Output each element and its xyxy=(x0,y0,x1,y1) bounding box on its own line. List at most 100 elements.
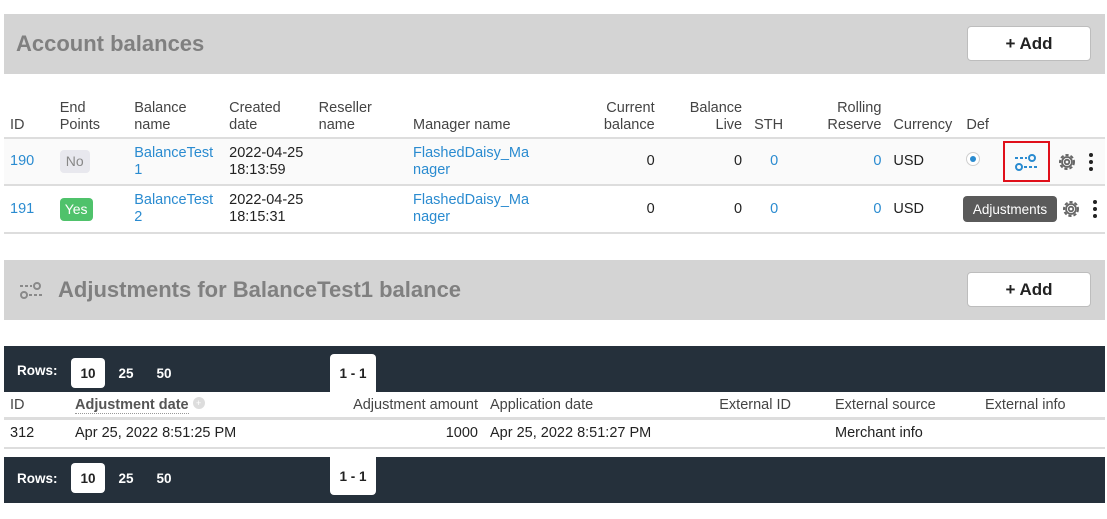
end-points-badge: Yes xyxy=(59,197,93,221)
adj-external-source: Merchant info xyxy=(829,418,979,449)
default-radio[interactable] xyxy=(966,152,981,166)
created-date-day: 2022-04-25 xyxy=(229,144,304,161)
col-live-l1: Balance xyxy=(689,100,743,116)
page-size-10[interactable]: 10 xyxy=(71,463,105,493)
kebab-icon[interactable] xyxy=(1092,199,1098,219)
adjustments-header: Adjustments for BalanceTest1 balance + A… xyxy=(4,260,1105,320)
adj-id: 312 xyxy=(4,418,69,449)
col-end-points-l2: Points xyxy=(59,117,101,133)
adjustments-header-row: ID Adjustment date + Adjustment amount Ap… xyxy=(4,394,1105,420)
rows-label: Rows: xyxy=(17,363,58,378)
col-reseller-name: Reseller name xyxy=(312,98,408,139)
col-adjustment-amount: Adjustment amount xyxy=(264,394,484,420)
current-balance: 0 xyxy=(566,138,661,186)
balances-header-row: ID End Points Balance name Created date Res… xyxy=(4,98,1105,139)
created-date-time: 18:13:59 xyxy=(229,161,286,178)
col-external-info: External info xyxy=(979,394,1105,420)
adj-external-id xyxy=(664,418,829,449)
account-balances-title: Account balances xyxy=(16,31,205,56)
col-adj-id: ID xyxy=(4,394,69,420)
manager-name-link[interactable]: FlashedDaisy_Ma nager xyxy=(413,145,529,178)
col-rolling-l1: Rolling xyxy=(837,100,882,116)
col-end-points: End Points xyxy=(53,98,129,139)
balance-live: 0 xyxy=(660,185,749,234)
rolling-reserve-link[interactable]: 0 xyxy=(873,201,881,217)
currency: USD xyxy=(887,138,961,186)
adjustments-tooltip: Adjustments xyxy=(963,196,1057,222)
col-end-points-l1: End xyxy=(59,100,86,116)
page-size-50[interactable]: 50 xyxy=(147,463,181,493)
end-points-badge: No xyxy=(59,150,90,173)
manager-name-link[interactable]: FlashedDaisy_Ma nager xyxy=(413,192,529,225)
adj-application-date: Apr 25, 2022 8:51:27 PM xyxy=(484,418,664,449)
sort-icon[interactable]: + xyxy=(192,397,205,410)
manager-l2: nager xyxy=(413,161,451,178)
adj-date: Apr 25, 2022 8:51:25 PM xyxy=(69,418,264,449)
reseller-name xyxy=(312,185,408,234)
col-balance-name-l2: name xyxy=(134,117,171,133)
col-rolling-l2: Reserve xyxy=(827,117,882,133)
balance-name-l2: 2 xyxy=(134,209,143,225)
rolling-reserve-link[interactable]: 0 xyxy=(873,153,881,169)
sth-link[interactable]: 0 xyxy=(770,153,778,169)
page-size-10[interactable]: 10 xyxy=(71,358,105,388)
sliders-icon xyxy=(1015,153,1038,171)
balance-name-l1: BalanceTest xyxy=(134,192,214,208)
created-date: 2022-04-25 18:13:59 xyxy=(223,138,313,186)
add-adjustment-button[interactable]: + Add xyxy=(967,272,1091,307)
page-range-tab[interactable]: 1 - 1 xyxy=(330,457,376,495)
created-date-day: 2022-04-25 xyxy=(229,192,304,208)
col-external-id: External ID xyxy=(664,394,829,420)
col-current-l2: balance xyxy=(603,117,655,133)
col-live-l2: Live xyxy=(715,117,743,133)
account-balances-table: ID End Points Balance name Created date Res… xyxy=(4,98,1105,234)
col-sth: STH xyxy=(748,98,798,139)
table-row: 191 Yes BalanceTest 2 2022-04-25 18:15:31 … xyxy=(4,185,1105,234)
balance-name-link[interactable]: BalanceTest 1 xyxy=(134,145,213,178)
reseller-name xyxy=(312,138,408,186)
col-actions xyxy=(994,98,1105,139)
pager-bar-bottom: Rows: 10 25 50 1 - 1 xyxy=(4,457,1105,503)
current-balance: 0 xyxy=(566,185,661,234)
gear-icon[interactable] xyxy=(1060,198,1082,220)
page-size-25[interactable]: 25 xyxy=(109,463,143,493)
col-current-balance: Current balance xyxy=(566,98,661,139)
page-size-25[interactable]: 25 xyxy=(109,358,143,388)
balance-name-l1: BalanceTest xyxy=(134,144,214,161)
balance-live: 0 xyxy=(660,138,749,186)
manager-l1: FlashedDaisy_Ma xyxy=(413,144,530,161)
rows-label: Rows: xyxy=(17,471,58,486)
col-created-date: Created date xyxy=(223,98,313,139)
account-balances-header: Account balances + Add xyxy=(4,14,1105,74)
created-date: 2022-04-25 18:15:31 xyxy=(223,185,313,234)
add-balance-button[interactable]: + Add xyxy=(967,26,1091,61)
gear-icon[interactable] xyxy=(1056,151,1078,173)
adjustments-title: Adjustments for BalanceTest1 balance xyxy=(58,277,462,302)
page-size-50[interactable]: 50 xyxy=(147,358,181,388)
adj-external-info xyxy=(979,418,1105,449)
col-adjustment-date[interactable]: Adjustment date + xyxy=(69,394,264,420)
balance-id-link[interactable]: 190 xyxy=(10,153,34,169)
manager-l2: nager xyxy=(413,209,451,225)
sth-link[interactable]: 0 xyxy=(770,201,778,217)
manager-l1: FlashedDaisy_Ma xyxy=(413,192,530,208)
balance-id-link[interactable]: 191 xyxy=(10,201,34,217)
col-reseller-l2: name xyxy=(318,117,355,133)
adjustments-button[interactable] xyxy=(1002,141,1050,182)
col-balance-name-l1: Balance xyxy=(134,100,187,116)
currency: USD xyxy=(887,185,961,234)
page-range-tab[interactable]: 1 - 1 xyxy=(330,354,376,392)
col-id: ID xyxy=(4,98,54,139)
balance-name-link[interactable]: BalanceTest 2 xyxy=(134,192,213,225)
adjustments-table: ID Adjustment date + Adjustment amount Ap… xyxy=(4,394,1105,449)
col-external-source: External source xyxy=(829,394,979,420)
col-reseller-l1: Reseller xyxy=(318,100,372,116)
adj-amount: 1000 xyxy=(264,418,484,449)
col-currency: Currency xyxy=(887,98,961,139)
sliders-icon xyxy=(18,279,44,301)
adjustment-date-sort-label[interactable]: Adjustment date xyxy=(75,397,189,415)
kebab-icon[interactable] xyxy=(1088,152,1094,172)
balance-name-l2: 1 xyxy=(134,161,143,178)
col-rolling-reserve: Rolling Reserve xyxy=(797,98,888,139)
col-balance-live: Balance Live xyxy=(660,98,749,139)
